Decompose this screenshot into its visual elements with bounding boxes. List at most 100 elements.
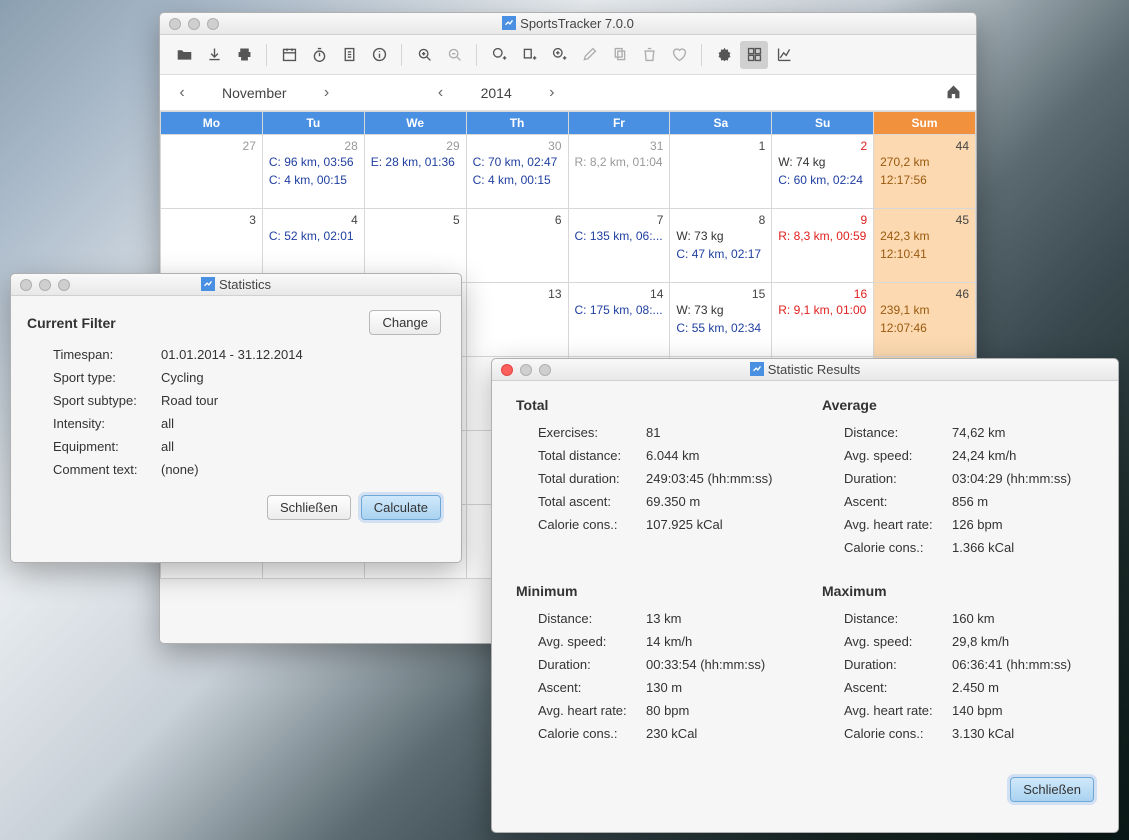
day-number: 4 bbox=[269, 213, 358, 227]
summary-value: 12:07:46 bbox=[880, 319, 969, 337]
stat-value: 249:03:45 (hh:mm:ss) bbox=[646, 471, 772, 486]
stat-row: Calorie cons.:3.130 kCal bbox=[844, 726, 1094, 741]
heart-icon[interactable] bbox=[665, 41, 693, 69]
print-icon[interactable] bbox=[230, 41, 258, 69]
calculate-button[interactable]: Calculate bbox=[361, 495, 441, 520]
prev-year-button[interactable]: ‹ bbox=[429, 84, 453, 102]
calendar-cell: 45242,3 km12:10:41 bbox=[874, 209, 976, 283]
open-icon[interactable] bbox=[170, 41, 198, 69]
calendar-cell: 44270,2 km12:17:56 bbox=[874, 135, 976, 209]
calendar-cell: 46239,1 km12:07:46 bbox=[874, 283, 976, 357]
filter-value: all bbox=[161, 416, 174, 431]
calendar-cell[interactable]: 27 bbox=[161, 135, 263, 209]
calendar-cell[interactable]: 5 bbox=[364, 209, 466, 283]
titlebar-results[interactable]: Statistic Results bbox=[492, 359, 1118, 381]
filter-label: Equipment: bbox=[53, 439, 161, 454]
event: R: 8,2 km, 01:04 bbox=[575, 153, 664, 171]
stat-label: Total duration: bbox=[538, 471, 646, 486]
stat-row: Duration:03:04:29 (hh:mm:ss) bbox=[844, 471, 1094, 486]
edit-icon[interactable] bbox=[575, 41, 603, 69]
filter-row: Timespan:01.01.2014 - 31.12.2014 bbox=[53, 347, 441, 362]
add-note-icon[interactable] bbox=[545, 41, 573, 69]
calendar-cell[interactable]: 14C: 175 km, 08:... bbox=[568, 283, 670, 357]
add-weight-icon[interactable] bbox=[515, 41, 543, 69]
calendar-cell[interactable]: 29E: 28 km, 01:36 bbox=[364, 135, 466, 209]
day-number: 44 bbox=[880, 139, 969, 153]
calendar-icon[interactable] bbox=[275, 41, 303, 69]
day-number: 1 bbox=[676, 139, 765, 153]
stat-value: 107.925 kCal bbox=[646, 517, 723, 532]
note-icon[interactable] bbox=[335, 41, 363, 69]
stat-value: 03:04:29 (hh:mm:ss) bbox=[952, 471, 1071, 486]
stat-label: Avg. speed: bbox=[844, 448, 952, 463]
day-number: 30 bbox=[473, 139, 562, 153]
calendar-cell[interactable]: 30C: 70 km, 02:47C: 4 km, 00:15 bbox=[466, 135, 568, 209]
calendar-cell[interactable]: 31R: 8,2 km, 01:04 bbox=[568, 135, 670, 209]
stat-value: 1.366 kCal bbox=[952, 540, 1014, 555]
stat-row: Exercises:81 bbox=[538, 425, 788, 440]
stat-row: Total distance:6.044 km bbox=[538, 448, 788, 463]
stat-value: 13 km bbox=[646, 611, 681, 626]
calendar-cell[interactable]: 3 bbox=[161, 209, 263, 283]
zoom-out-icon[interactable] bbox=[440, 41, 468, 69]
calendar-cell[interactable]: 4C: 52 km, 02:01 bbox=[262, 209, 364, 283]
summary-value: 12:10:41 bbox=[880, 245, 969, 263]
stat-label: Duration: bbox=[844, 471, 952, 486]
close-button[interactable]: Schließen bbox=[267, 495, 351, 520]
stat-row: Distance:74,62 km bbox=[844, 425, 1094, 440]
stopwatch-icon[interactable] bbox=[305, 41, 333, 69]
stat-value: 80 bpm bbox=[646, 703, 689, 718]
calendar-cell[interactable]: 2W: 74 kgC: 60 km, 02:24 bbox=[772, 135, 874, 209]
day-number: 15 bbox=[676, 287, 765, 301]
calendar-cell[interactable]: 6 bbox=[466, 209, 568, 283]
next-month-button[interactable]: › bbox=[315, 84, 339, 102]
event: W: 73 kg bbox=[676, 227, 765, 245]
titlebar-statistics[interactable]: Statistics bbox=[11, 274, 461, 296]
stat-label: Avg. heart rate: bbox=[538, 703, 646, 718]
chart-icon[interactable] bbox=[770, 41, 798, 69]
home-icon[interactable] bbox=[945, 83, 962, 103]
filter-label: Intensity: bbox=[53, 416, 161, 431]
stat-label: Distance: bbox=[538, 611, 646, 626]
copy-icon[interactable] bbox=[605, 41, 633, 69]
day-number: 9 bbox=[778, 213, 867, 227]
calendar-cell[interactable]: 15W: 73 kgC: 55 km, 02:34 bbox=[670, 283, 772, 357]
stat-row: Duration:06:36:41 (hh:mm:ss) bbox=[844, 657, 1094, 672]
save-icon[interactable] bbox=[200, 41, 228, 69]
add-exercise-icon[interactable] bbox=[485, 41, 513, 69]
month-label: November bbox=[222, 85, 287, 101]
calendar-cell[interactable]: 8W: 73 kgC: 47 km, 02:17 bbox=[670, 209, 772, 283]
info-icon[interactable] bbox=[365, 41, 393, 69]
zoom-in-icon[interactable] bbox=[410, 41, 438, 69]
stat-value: 140 bpm bbox=[952, 703, 1003, 718]
calendar-cell[interactable]: 28C: 96 km, 03:56C: 4 km, 00:15 bbox=[262, 135, 364, 209]
calendar-cell[interactable]: 9R: 8,3 km, 00:59 bbox=[772, 209, 874, 283]
titlebar-main[interactable]: SportsTracker 7.0.0 bbox=[160, 13, 976, 35]
filter-row: Comment text:(none) bbox=[53, 462, 441, 477]
stat-label: Calorie cons.: bbox=[844, 540, 952, 555]
calendar-cell[interactable]: 13 bbox=[466, 283, 568, 357]
results-close-button[interactable]: Schließen bbox=[1010, 777, 1094, 802]
stats-section: MaximumDistance:160 kmAvg. speed:29,8 km… bbox=[822, 583, 1094, 749]
day-number: 3 bbox=[167, 213, 256, 227]
stat-row: Calorie cons.:107.925 kCal bbox=[538, 517, 788, 532]
stats-section: TotalExercises:81Total distance:6.044 km… bbox=[516, 397, 788, 563]
change-button[interactable]: Change bbox=[369, 310, 441, 335]
settings-icon[interactable] bbox=[710, 41, 738, 69]
delete-icon[interactable] bbox=[635, 41, 663, 69]
day-number: 28 bbox=[269, 139, 358, 153]
calendar-cell[interactable]: 1 bbox=[670, 135, 772, 209]
event: C: 96 km, 03:56 bbox=[269, 153, 358, 171]
next-year-button[interactable]: › bbox=[540, 84, 564, 102]
stat-label: Avg. speed: bbox=[844, 634, 952, 649]
calendar-view-icon[interactable] bbox=[740, 41, 768, 69]
calendar-cell[interactable]: 7C: 135 km, 06:... bbox=[568, 209, 670, 283]
calendar-cell[interactable]: 16R: 9,1 km, 01:00 bbox=[772, 283, 874, 357]
filter-label: Sport subtype: bbox=[53, 393, 161, 408]
stat-value: 14 km/h bbox=[646, 634, 692, 649]
stat-label: Ascent: bbox=[844, 494, 952, 509]
stat-label: Calorie cons.: bbox=[538, 726, 646, 741]
prev-month-button[interactable]: ‹ bbox=[170, 84, 194, 102]
summary-value: 239,1 km bbox=[880, 301, 969, 319]
day-header: We bbox=[364, 112, 466, 135]
